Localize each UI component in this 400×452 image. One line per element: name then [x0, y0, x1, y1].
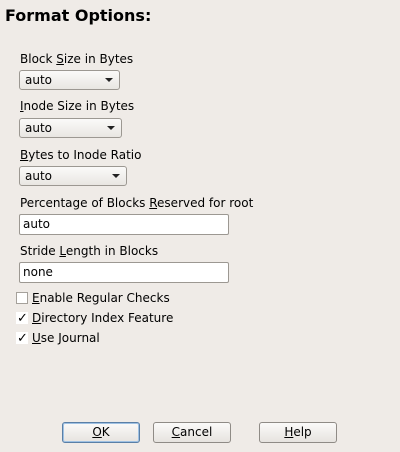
chevron-down-icon — [105, 78, 113, 82]
regular-checks-checkbox[interactable]: Enable Regular Checks — [16, 291, 170, 305]
inode-size-value: auto — [25, 121, 53, 135]
stride-label: Stride Length in Blocks — [20, 243, 158, 259]
block-size-label-key: S — [56, 52, 64, 66]
dir-index-checkbox[interactable]: ✓ Directory Index Feature — [16, 311, 173, 325]
reserved-label-pre: Percentage of Blocks — [20, 196, 150, 210]
reserved-label-post: eserved for root — [157, 196, 254, 210]
chevron-down-icon — [112, 174, 120, 178]
cancel-button-key: C — [171, 425, 181, 439]
checkmark-icon: ✓ — [16, 312, 28, 324]
block-size-label: Block Size in Bytes — [20, 51, 133, 67]
checkmark-icon: ✓ — [16, 332, 28, 344]
ok-button-post: K — [101, 425, 110, 439]
chevron-down-icon — [107, 126, 115, 130]
stride-input[interactable]: none — [19, 262, 229, 283]
use-journal-label-post: se Journal — [40, 331, 100, 345]
dir-index-label-key: D — [32, 311, 42, 325]
help-button-key: H — [284, 425, 294, 439]
cancel-button[interactable]: Cancel — [153, 422, 231, 443]
block-size-value: auto — [25, 73, 53, 87]
ok-button[interactable]: OK — [62, 422, 140, 443]
block-size-combo[interactable]: auto — [19, 70, 120, 90]
reserved-input[interactable]: auto — [19, 214, 229, 235]
use-journal-checkbox[interactable]: ✓ Use Journal — [16, 331, 100, 345]
cancel-button-post: ancel — [180, 425, 213, 439]
regular-checks-label-post: nable Regular Checks — [39, 291, 170, 305]
reserved-label-key: R — [149, 196, 158, 210]
bytes-ratio-label-key: B — [20, 148, 29, 162]
dir-index-label-post: irectory Index Feature — [41, 311, 174, 325]
reserved-value: auto — [23, 217, 51, 231]
reserved-label: Percentage of Blocks Reserved for root — [20, 195, 253, 211]
inode-size-combo[interactable]: auto — [19, 118, 122, 138]
regular-checks-label-key: E — [32, 291, 40, 305]
stride-label-pre: Stride — [20, 244, 60, 258]
block-size-label-post: ize in Bytes — [63, 52, 134, 66]
stride-value: none — [23, 265, 53, 279]
bytes-ratio-combo[interactable]: auto — [19, 166, 127, 186]
block-size-label-pre: Block — [20, 52, 57, 66]
bytes-ratio-label-post: ytes to Inode Ratio — [28, 148, 142, 162]
stride-label-post: ength in Blocks — [65, 244, 159, 258]
inode-size-label: Inode Size in Bytes — [20, 98, 134, 114]
bytes-ratio-value: auto — [25, 169, 53, 183]
ok-button-key: O — [92, 425, 102, 439]
checkbox-unchecked-icon — [16, 292, 28, 304]
use-journal-label-key: U — [32, 331, 41, 345]
help-button[interactable]: Help — [259, 422, 337, 443]
dialog-title: Format Options: — [5, 6, 152, 25]
help-button-post: elp — [293, 425, 312, 439]
inode-size-label-post: node Size in Bytes — [23, 99, 135, 113]
bytes-ratio-label: Bytes to Inode Ratio — [20, 147, 141, 163]
